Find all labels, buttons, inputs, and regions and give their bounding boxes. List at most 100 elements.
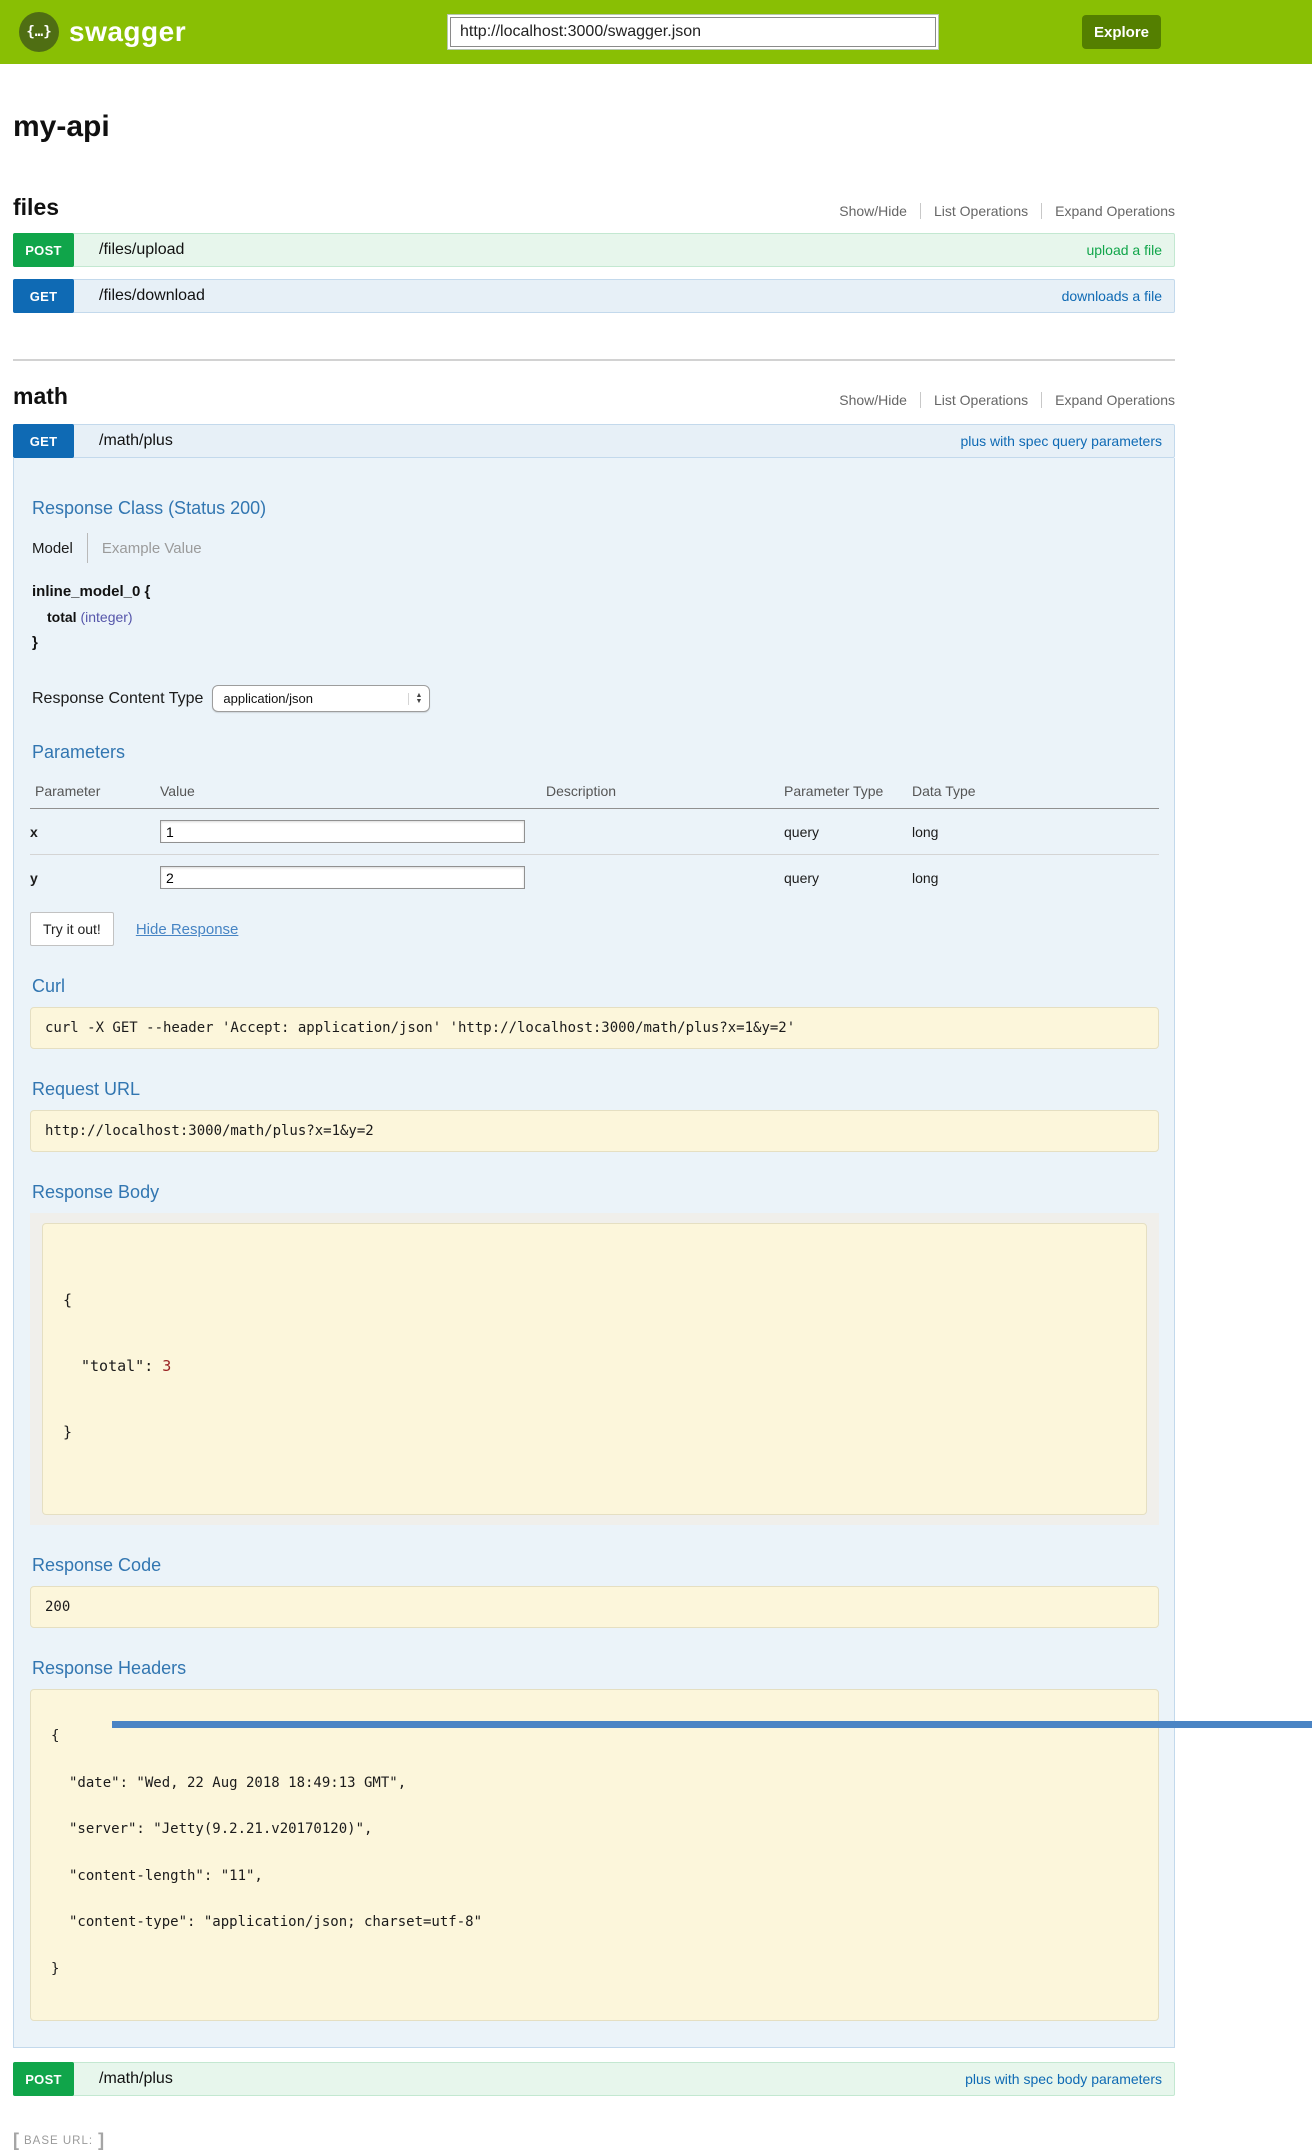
post-method-badge: POST xyxy=(13,233,74,267)
brand-logo[interactable]: {…} swagger xyxy=(19,12,186,52)
tab-separator xyxy=(87,533,88,563)
response-content-type-row: Response Content Type application/json ▲… xyxy=(32,685,1159,712)
response-body-heading: Response Body xyxy=(32,1182,1159,1203)
json-open-brace: { xyxy=(63,1289,1126,1311)
header-line-date: "date": "Wed, 22 Aug 2018 18:49:13 GMT", xyxy=(51,1776,1138,1792)
param-value-input-y[interactable] xyxy=(160,866,525,889)
response-headers-heading: Response Headers xyxy=(32,1658,1159,1679)
list-operations-link[interactable]: List Operations xyxy=(920,203,1041,219)
brand-name: swagger xyxy=(69,16,186,48)
response-code-box: 200 xyxy=(30,1586,1159,1628)
footer-bracket-open: [ xyxy=(13,2130,19,2151)
json-key: "total": xyxy=(81,1357,162,1375)
endpoint-path[interactable]: /math/plus xyxy=(99,2070,173,2088)
section-divider xyxy=(13,359,1175,361)
endpoint-path[interactable]: /math/plus xyxy=(99,432,173,450)
param-description xyxy=(546,855,784,901)
try-it-out-button[interactable]: Try it out! xyxy=(30,912,114,946)
headers-close-brace: } xyxy=(51,1962,1138,1978)
show-hide-link[interactable]: Show/Hide xyxy=(826,392,920,408)
base-url-footer: [ BASE URL: ] xyxy=(13,2130,1312,2151)
response-class-heading: Response Class (Status 200) xyxy=(32,498,1159,519)
param-row-x: x query long xyxy=(30,809,1159,855)
post-method-badge: POST xyxy=(13,2062,74,2096)
selected-content-type: application/json xyxy=(223,691,313,706)
response-headers-box: { "date": "Wed, 22 Aug 2018 18:49:13 GMT… xyxy=(30,1689,1159,2021)
base-url-label: BASE URL: xyxy=(24,2135,93,2147)
show-hide-link[interactable]: Show/Hide xyxy=(826,203,920,219)
math-section-controls: Show/Hide List Operations Expand Operati… xyxy=(826,392,1175,410)
expand-operations-link[interactable]: Expand Operations xyxy=(1041,392,1175,408)
parameters-table: Parameter Value Description Parameter Ty… xyxy=(30,775,1159,900)
model-property-name: total xyxy=(47,609,77,625)
response-body-wrapper: { "total": 3 } xyxy=(30,1213,1159,1525)
endpoint-summary-link[interactable]: upload a file xyxy=(1086,242,1162,258)
param-data-type: long xyxy=(912,855,1159,901)
param-name: x xyxy=(30,809,160,855)
get-method-badge: GET xyxy=(13,424,74,458)
operation-detail-panel: Response Class (Status 200) Model Exampl… xyxy=(13,458,1175,2048)
model-tabs: Model Example Value xyxy=(32,533,1159,563)
request-url-box: http://localhost:3000/math/plus?x=1&y=2 xyxy=(30,1110,1159,1152)
spec-url-frame xyxy=(447,14,939,50)
swagger-logo-icon: {…} xyxy=(19,12,59,52)
param-type: query xyxy=(784,855,912,901)
curl-heading: Curl xyxy=(32,976,1159,997)
tab-model[interactable]: Model xyxy=(32,540,73,557)
response-content-type-label: Response Content Type xyxy=(32,690,203,708)
col-header-parameter-type: Parameter Type xyxy=(784,775,912,809)
endpoint-summary-link[interactable]: plus with spec query parameters xyxy=(960,433,1162,449)
param-type: query xyxy=(784,809,912,855)
param-row-y: y query long xyxy=(30,855,1159,901)
request-url-heading: Request URL xyxy=(32,1079,1159,1100)
tab-example-value[interactable]: Example Value xyxy=(102,540,202,557)
col-header-data-type: Data Type xyxy=(912,775,1159,809)
spec-url-input[interactable] xyxy=(450,17,936,47)
endpoint-path[interactable]: /files/upload xyxy=(99,241,184,259)
get-method-badge: GET xyxy=(13,279,74,313)
response-body-box: { "total": 3 } xyxy=(42,1223,1147,1515)
param-name: y xyxy=(30,855,160,901)
model-property: total (integer) xyxy=(47,609,1159,625)
main-container: my-api files Show/Hide List Operations E… xyxy=(13,110,1175,2096)
model-property-type: (integer) xyxy=(80,609,132,625)
endpoint-path[interactable]: /files/download xyxy=(99,287,205,305)
endpoint-get-math-plus[interactable]: GET /math/plus plus with spec query para… xyxy=(13,424,1175,458)
header-line-content-type: "content-type": "application/json; chars… xyxy=(51,1915,1138,1931)
curl-command-box: curl -X GET --header 'Accept: applicatio… xyxy=(30,1007,1159,1049)
model-close-brace: } xyxy=(32,634,1159,651)
math-section-title: math xyxy=(13,383,68,410)
param-value-input-x[interactable] xyxy=(160,820,525,843)
json-close-brace: } xyxy=(63,1421,1126,1443)
files-section-title: files xyxy=(13,194,59,221)
response-content-type-select[interactable]: application/json ▲▼ xyxy=(212,685,430,712)
tryout-row: Try it out! Hide Response xyxy=(30,912,1159,946)
endpoint-get-files-download[interactable]: GET /files/download downloads a file xyxy=(13,279,1175,313)
bottom-accent-strip xyxy=(112,1721,1312,1728)
param-description xyxy=(546,809,784,855)
col-header-value: Value xyxy=(160,775,546,809)
json-total-line: "total": 3 xyxy=(63,1355,1126,1377)
math-section-header: math Show/Hide List Operations Expand Op… xyxy=(13,383,1175,410)
api-title: my-api xyxy=(13,110,1175,144)
endpoint-post-math-plus[interactable]: POST /math/plus plus with spec body para… xyxy=(13,2062,1175,2096)
endpoint-post-files-upload[interactable]: POST /files/upload upload a file xyxy=(13,233,1175,267)
model-signature: inline_model_0 { total (integer) } xyxy=(32,583,1159,651)
response-code-heading: Response Code xyxy=(32,1555,1159,1576)
col-header-parameter: Parameter xyxy=(30,775,160,809)
files-section-controls: Show/Hide List Operations Expand Operati… xyxy=(826,203,1175,221)
endpoint-summary-link[interactable]: plus with spec body parameters xyxy=(965,2071,1162,2087)
files-section-header: files Show/Hide List Operations Expand O… xyxy=(13,194,1175,221)
col-header-description: Description xyxy=(546,775,784,809)
explore-button[interactable]: Explore xyxy=(1082,15,1161,49)
list-operations-link[interactable]: List Operations xyxy=(920,392,1041,408)
parameters-heading: Parameters xyxy=(32,742,1159,763)
expand-operations-link[interactable]: Expand Operations xyxy=(1041,203,1175,219)
param-data-type: long xyxy=(912,809,1159,855)
model-open-brace: inline_model_0 { xyxy=(32,583,1159,600)
endpoint-summary-link[interactable]: downloads a file xyxy=(1062,288,1162,304)
hide-response-link[interactable]: Hide Response xyxy=(136,921,239,938)
header-bar: {…} swagger Explore xyxy=(0,0,1312,64)
json-value: 3 xyxy=(162,1357,171,1375)
header-line-server: "server": "Jetty(9.2.21.v20170120)", xyxy=(51,1822,1138,1838)
